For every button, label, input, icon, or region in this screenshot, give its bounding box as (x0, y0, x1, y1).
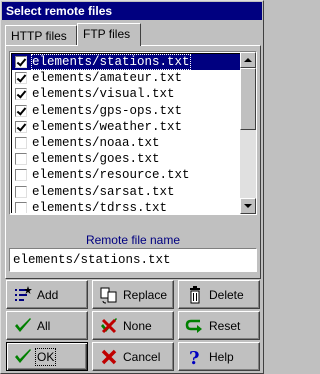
checkmark-icon (15, 349, 31, 363)
list-item[interactable]: elements/stations.txt (12, 54, 241, 71)
cancel-button-label: Cancel (123, 350, 161, 364)
reset-arrow-icon (185, 319, 202, 333)
cancel-button[interactable]: Cancel (92, 342, 174, 371)
replace-button[interactable]: Replace (92, 280, 174, 309)
file-checkbox[interactable] (15, 104, 27, 117)
none-button-label: None (123, 319, 152, 333)
list-item[interactable]: elements/sarsat.txt (12, 184, 241, 200)
question-mark-icon: ? (189, 348, 200, 367)
file-checkbox[interactable] (15, 169, 27, 182)
help-button[interactable]: ? Help (178, 342, 260, 371)
all-button-label: All (37, 319, 51, 333)
checkmark-icon (15, 318, 31, 332)
file-checkbox[interactable] (15, 136, 27, 149)
file-name-label: elements/gps-ops.txt (32, 103, 183, 118)
file-checkbox[interactable] (15, 56, 27, 68)
file-name-label: elements/stations.txt (31, 54, 191, 70)
help-button-label: Help (209, 350, 234, 364)
select-remote-files-dialog: Select remote files HTTP files FTP files… (0, 0, 264, 374)
list-item[interactable]: elements/weather.txt (12, 119, 241, 135)
ok-button[interactable]: OK (6, 342, 88, 371)
list-item[interactable]: elements/amateur.txt (12, 70, 241, 86)
select-all-button[interactable]: All (6, 311, 88, 340)
file-checkbox[interactable] (15, 88, 27, 101)
delete-button[interactable]: Delete (178, 280, 260, 309)
file-name-label: elements/amateur.txt (32, 71, 183, 86)
title-bar: Select remote files (2, 2, 262, 20)
file-checkbox[interactable] (15, 72, 27, 85)
file-name-label: elements/resource.txt (32, 168, 190, 183)
list-item[interactable]: elements/gps-ops.txt (12, 103, 241, 119)
ok-button-label: OK (34, 348, 57, 366)
tab-ftp-files[interactable]: FTP files (77, 23, 141, 46)
file-checkbox[interactable] (15, 153, 27, 166)
remote-file-name-label: Remote file name (85, 233, 181, 247)
reset-button-label: Reset (209, 319, 241, 333)
list-item[interactable]: elements/resource.txt (12, 167, 241, 183)
file-name-label: elements/weather.txt (32, 119, 183, 134)
list-item[interactable]: elements/goes.txt (12, 151, 241, 167)
reset-button[interactable]: Reset (178, 311, 260, 340)
file-list-rows: elements/stations.txt elements/amateur.tx… (11, 53, 241, 213)
file-name-label: elements/visual.txt (32, 87, 175, 102)
arrow-down-icon (244, 204, 252, 208)
tab-strip: HTTP files FTP files (5, 23, 261, 46)
tab-http-files[interactable]: HTTP files (5, 25, 77, 45)
file-checkbox[interactable] (15, 120, 27, 133)
add-list-icon (15, 286, 32, 301)
file-name-label: elements/tdrss.txt (32, 200, 168, 213)
trash-icon (190, 286, 200, 304)
svg-text:?: ? (189, 348, 200, 367)
file-name-label: elements/sarsat.txt (32, 184, 175, 199)
window-title: Select remote files (6, 4, 113, 18)
check-cross-icon (101, 318, 117, 334)
cross-icon (101, 349, 117, 365)
file-name-label: elements/goes.txt (32, 152, 160, 167)
remote-file-name-input[interactable]: elements/stations.txt (9, 248, 257, 272)
file-checkbox[interactable] (15, 185, 27, 198)
select-none-button[interactable]: None (92, 311, 174, 340)
replace-button-label: Replace (123, 288, 168, 302)
scroll-down-button[interactable] (240, 198, 256, 214)
list-item[interactable]: elements/tdrss.txt (12, 200, 241, 213)
add-button[interactable]: Add (6, 280, 88, 309)
scroll-up-button[interactable] (240, 52, 256, 68)
replace-icon (100, 287, 117, 304)
scroll-thumb[interactable] (240, 68, 256, 130)
list-item[interactable]: elements/visual.txt (12, 86, 241, 102)
list-scrollbar[interactable] (240, 52, 256, 214)
file-name-label: elements/noaa.txt (32, 135, 160, 150)
add-button-label: Add (37, 288, 59, 302)
ftp-files-panel: elements/stations.txt elements/amateur.tx… (5, 45, 261, 279)
delete-button-label: Delete (209, 288, 244, 302)
arrow-up-icon (244, 58, 252, 62)
file-checkbox[interactable] (15, 201, 27, 213)
list-item[interactable]: elements/noaa.txt (12, 135, 241, 151)
remote-file-list[interactable]: elements/stations.txt elements/amateur.tx… (9, 51, 257, 215)
